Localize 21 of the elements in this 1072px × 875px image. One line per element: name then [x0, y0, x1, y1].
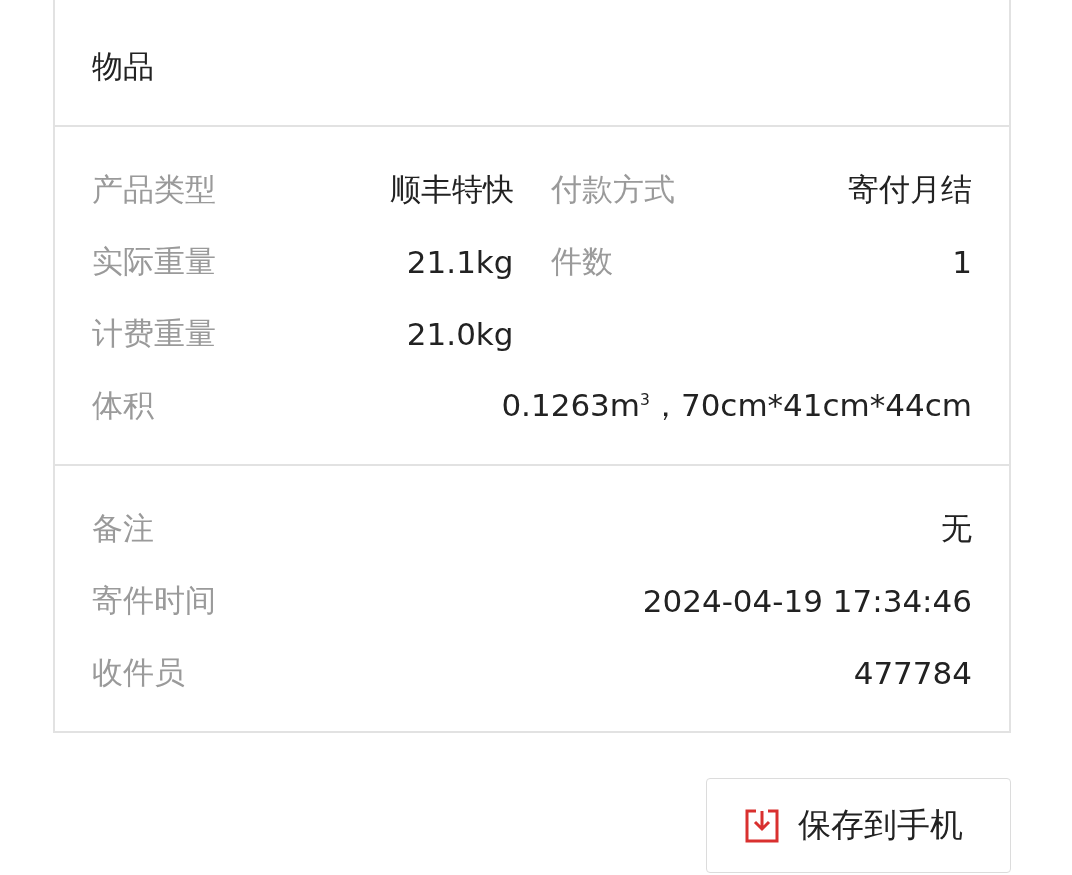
- field-value: 顺丰特快: [389, 170, 514, 209]
- field-value: 21.1kg: [406, 244, 514, 280]
- field-value: 21.0kg: [406, 316, 514, 352]
- field-label: 收件员: [92, 653, 185, 692]
- field-label: 计费重量: [92, 314, 216, 353]
- field-value: 477784: [853, 655, 972, 691]
- field-value: 2024-04-19 17:34:46: [642, 583, 972, 619]
- field-label: 备注: [92, 509, 154, 548]
- download-icon: [744, 807, 780, 844]
- field-label: 实际重量: [92, 242, 216, 281]
- field-value: 无: [941, 509, 972, 548]
- field-label: 件数: [550, 242, 613, 281]
- field-label: 付款方式: [550, 170, 675, 209]
- field-value: 寄付月结: [848, 170, 972, 209]
- field-label: 产品类型: [92, 170, 216, 209]
- save-button[interactable]: 保存到手机: [706, 778, 1011, 873]
- field-label: 寄件时间: [92, 581, 216, 620]
- field-value: 0.1263m$^{3}$，70cm*41cm*44cm: [501, 386, 972, 425]
- goods-value: 物品: [92, 47, 154, 86]
- field-value: 1: [952, 244, 972, 280]
- field-label: 体积: [92, 386, 154, 425]
